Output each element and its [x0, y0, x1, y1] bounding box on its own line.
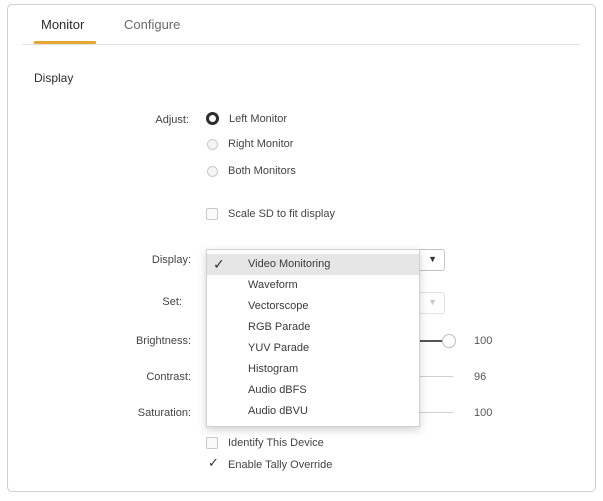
dropdown-item-waveform[interactable]: Waveform	[207, 275, 419, 296]
radio-button-selected[interactable]	[206, 112, 219, 125]
dropdown-item-audio-dbvu[interactable]: Audio dBVU	[207, 401, 419, 422]
saturation-label: Saturation:	[137, 407, 191, 419]
radio-label: Both Monitors	[228, 165, 296, 177]
dropdown-item-label: RGB Parade	[248, 321, 311, 333]
brightness-slider-handle[interactable]	[442, 334, 456, 348]
radio-label: Right Monitor	[228, 138, 294, 150]
set-label: Set:	[162, 296, 182, 308]
identify-device-label: Identify This Device	[228, 437, 324, 449]
adjust-label: Adjust:	[155, 114, 189, 126]
tally-override-label: Enable Tally Override	[228, 459, 333, 471]
dropdown-item-label: Histogram	[248, 363, 299, 375]
display-dropdown-menu: ✓ Video Monitoring Waveform Vectorscope …	[206, 249, 420, 427]
radio-button[interactable]	[207, 138, 218, 150]
dropdown-item-label: YUV Parade	[248, 342, 310, 354]
scale-sd-checkbox-row[interactable]: Scale SD to fit display	[206, 208, 335, 220]
contrast-value: 96	[474, 371, 487, 383]
chevron-down-icon: ▼	[428, 254, 437, 264]
tab-monitor[interactable]: Monitor	[41, 17, 84, 32]
brightness-label: Brightness:	[135, 335, 191, 347]
radio-both-monitors[interactable]: Both Monitors	[207, 165, 296, 177]
settings-panel: Monitor Configure Display Adjust: Left M…	[7, 4, 596, 492]
saturation-value: 100	[474, 407, 493, 419]
checkmark-icon: ✓	[213, 256, 225, 272]
checkmark-icon: ✓	[208, 455, 219, 470]
dropdown-item-yuv-parade[interactable]: YUV Parade	[207, 338, 419, 359]
identify-device-checkbox[interactable]	[206, 437, 218, 449]
tally-override-row[interactable]: ✓ Enable Tally Override	[206, 455, 333, 471]
dropdown-item-label: Audio dBFS	[248, 384, 307, 396]
tab-divider	[22, 44, 581, 45]
scale-sd-label: Scale SD to fit display	[228, 208, 335, 220]
dropdown-item-label: Audio dBVU	[248, 405, 308, 417]
contrast-label: Contrast:	[146, 371, 191, 383]
display-label: Display:	[151, 254, 191, 266]
dropdown-item-label: Vectorscope	[248, 300, 309, 312]
identify-device-row[interactable]: Identify This Device	[206, 437, 324, 449]
scale-sd-checkbox[interactable]	[206, 208, 218, 220]
radio-button[interactable]	[207, 165, 218, 177]
radio-right-monitor[interactable]: Right Monitor	[207, 138, 293, 150]
dropdown-item-histogram[interactable]: Histogram	[207, 359, 419, 380]
brightness-value: 100	[474, 335, 493, 347]
tally-override-checkbox[interactable]: ✓	[206, 455, 219, 471]
radio-label: Left Monitor	[229, 112, 288, 125]
dropdown-item-audio-dbfs[interactable]: Audio dBFS	[207, 380, 419, 401]
tab-bar: Monitor Configure	[8, 5, 595, 45]
section-title-display: Display	[34, 71, 74, 85]
radio-left-monitor[interactable]: Left Monitor	[206, 112, 287, 125]
tab-configure[interactable]: Configure	[124, 17, 180, 32]
dropdown-item-video-monitoring[interactable]: ✓ Video Monitoring	[207, 254, 419, 275]
dropdown-item-label: Video Monitoring	[248, 258, 331, 270]
chevron-down-icon: ▼	[428, 297, 437, 307]
dropdown-item-label: Waveform	[248, 279, 298, 291]
dropdown-item-rgb-parade[interactable]: RGB Parade	[207, 317, 419, 338]
dropdown-item-vectorscope[interactable]: Vectorscope	[207, 296, 419, 317]
